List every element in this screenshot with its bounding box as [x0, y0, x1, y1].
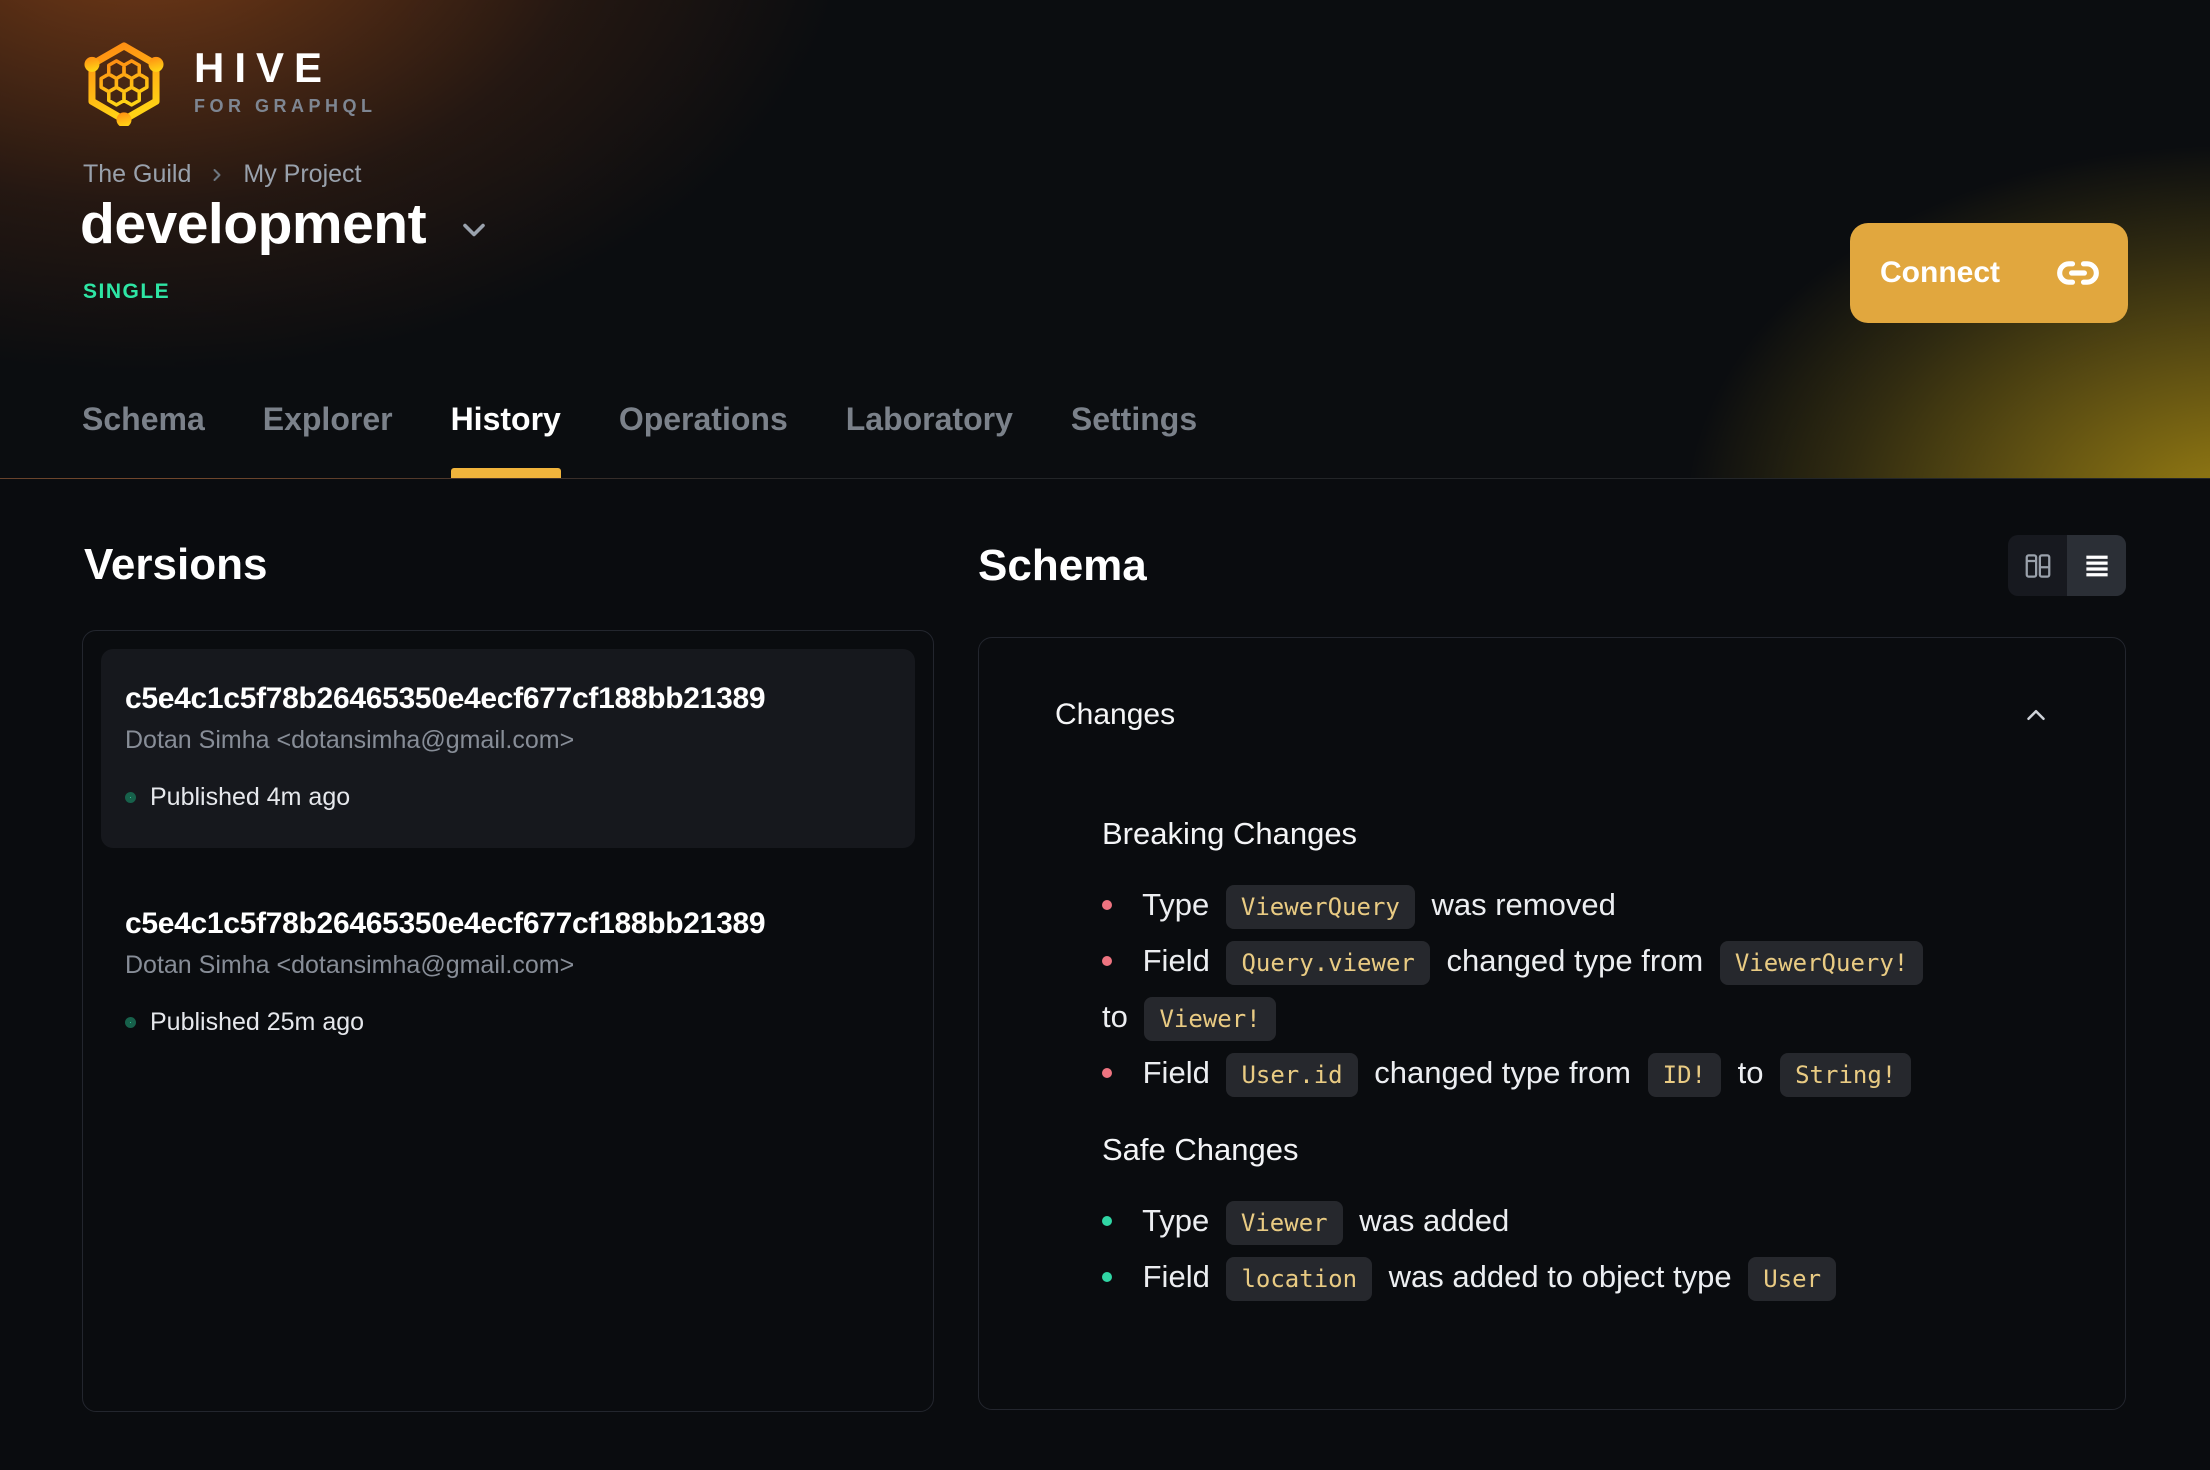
change-item: Field location was added to object type … — [1102, 1250, 2033, 1306]
safe-changes-list: Type Viewer was added Field location was… — [1102, 1194, 2033, 1306]
version-card[interactable]: c5e4c1c5f78b26465350e4ecf677cf188bb21389… — [101, 874, 915, 1073]
change-item: Field User.id changed type from ID! to S… — [1102, 1046, 2033, 1102]
breadcrumb-org[interactable]: The Guild — [83, 160, 191, 189]
change-text: changed type from — [1374, 1055, 1631, 1090]
changes-panel: Changes Breaking Changes Type ViewerQuer… — [978, 637, 2126, 1410]
changes-title: Changes — [1055, 698, 1176, 731]
change-item: Field Query.viewer changed type from Vie… — [1102, 934, 2033, 1046]
change-text: Field — [1142, 1055, 1210, 1090]
code-chip: User — [1748, 1257, 1837, 1301]
tab-schema[interactable]: Schema — [82, 401, 205, 478]
diff-view-button[interactable] — [2008, 535, 2067, 596]
main-content: Versions c5e4c1c5f78b26465350e4ecf677cf1… — [0, 480, 2210, 1470]
chevron-right-icon — [213, 168, 221, 181]
list-icon — [2085, 555, 2108, 576]
tab-bar: Schema Explorer History Operations Labor… — [82, 401, 1197, 478]
version-hash: c5e4c1c5f78b26465350e4ecf677cf188bb21389 — [125, 907, 766, 940]
change-text: Field — [1142, 1259, 1210, 1294]
connect-button[interactable]: Connect — [1850, 223, 2128, 323]
chevron-down-icon[interactable] — [456, 212, 492, 248]
tab-history[interactable]: History — [450, 401, 562, 478]
version-author: Dotan Simha <dotansimha@gmail.com> — [125, 726, 575, 754]
code-chip: location — [1226, 1257, 1373, 1301]
change-text: was added to object type — [1388, 1259, 1732, 1294]
hive-logo-icon — [84, 42, 164, 126]
code-chip: ID! — [1647, 1053, 1721, 1097]
change-text: changed type from — [1446, 943, 1704, 978]
change-item: Type Viewer was added — [1102, 1194, 2033, 1250]
target-mode-badge: SINGLE — [83, 280, 171, 303]
link-icon — [2057, 261, 2099, 285]
change-text: Type — [1142, 1203, 1210, 1238]
breadcrumb: The Guild My Project — [83, 160, 361, 189]
columns-diff-icon — [2025, 553, 2050, 578]
changes-collapse-header[interactable]: Changes — [979, 638, 2125, 732]
version-status: Published 25m ago — [150, 1008, 365, 1036]
code-chip: User.id — [1226, 1053, 1358, 1097]
version-status: Published 4m ago — [150, 783, 351, 811]
code-chip: Viewer! — [1144, 997, 1276, 1041]
page-title: development — [80, 192, 427, 256]
change-item: Type ViewerQuery was removed — [1102, 878, 2033, 934]
tab-laboratory[interactable]: Laboratory — [846, 401, 1013, 478]
versions-list: c5e4c1c5f78b26465350e4ecf677cf188bb21389… — [82, 630, 934, 1412]
brand-name: HIVE — [194, 44, 333, 91]
list-view-button[interactable] — [2067, 535, 2126, 596]
version-author: Dotan Simha <dotansimha@gmail.com> — [125, 951, 575, 979]
change-text: to — [1737, 1055, 1764, 1090]
change-text: Type — [1142, 887, 1210, 922]
breaking-changes-title: Breaking Changes — [1102, 816, 1358, 851]
published-dot — [125, 792, 136, 803]
breadcrumb-project[interactable]: My Project — [243, 160, 361, 189]
schema-title: Schema — [978, 540, 1147, 590]
code-chip: String! — [1780, 1053, 1912, 1097]
brand-tagline: FOR GRAPHQL — [194, 96, 377, 116]
code-chip: ViewerQuery! — [1719, 941, 1924, 985]
change-text: was removed — [1431, 887, 1616, 922]
breaking-changes-list: Type ViewerQuery was removed Field Query… — [1102, 878, 2033, 1102]
chevron-up-icon — [2027, 710, 2045, 720]
connect-label: Connect — [1880, 256, 2000, 289]
published-dot — [125, 1017, 136, 1028]
version-card[interactable]: c5e4c1c5f78b26465350e4ecf677cf188bb21389… — [101, 649, 915, 848]
versions-title: Versions — [84, 540, 268, 589]
safe-changes-title: Safe Changes — [1102, 1132, 1299, 1167]
code-chip: Query.viewer — [1226, 941, 1430, 985]
change-text: to — [1102, 999, 1128, 1034]
view-toggle-group — [2008, 535, 2126, 596]
tab-settings[interactable]: Settings — [1071, 401, 1197, 478]
tab-operations[interactable]: Operations — [619, 401, 788, 478]
code-chip: ViewerQuery — [1225, 885, 1415, 929]
tab-explorer[interactable]: Explorer — [263, 401, 393, 478]
version-hash: c5e4c1c5f78b26465350e4ecf677cf188bb21389 — [125, 682, 766, 715]
brand: HIVE FOR GRAPHQL — [80, 38, 377, 126]
change-text: was added — [1359, 1203, 1510, 1238]
code-chip: Viewer — [1225, 1201, 1343, 1245]
change-text: Field — [1142, 943, 1210, 978]
header: HIVE FOR GRAPHQL The Guild My Project de… — [0, 0, 2210, 479]
